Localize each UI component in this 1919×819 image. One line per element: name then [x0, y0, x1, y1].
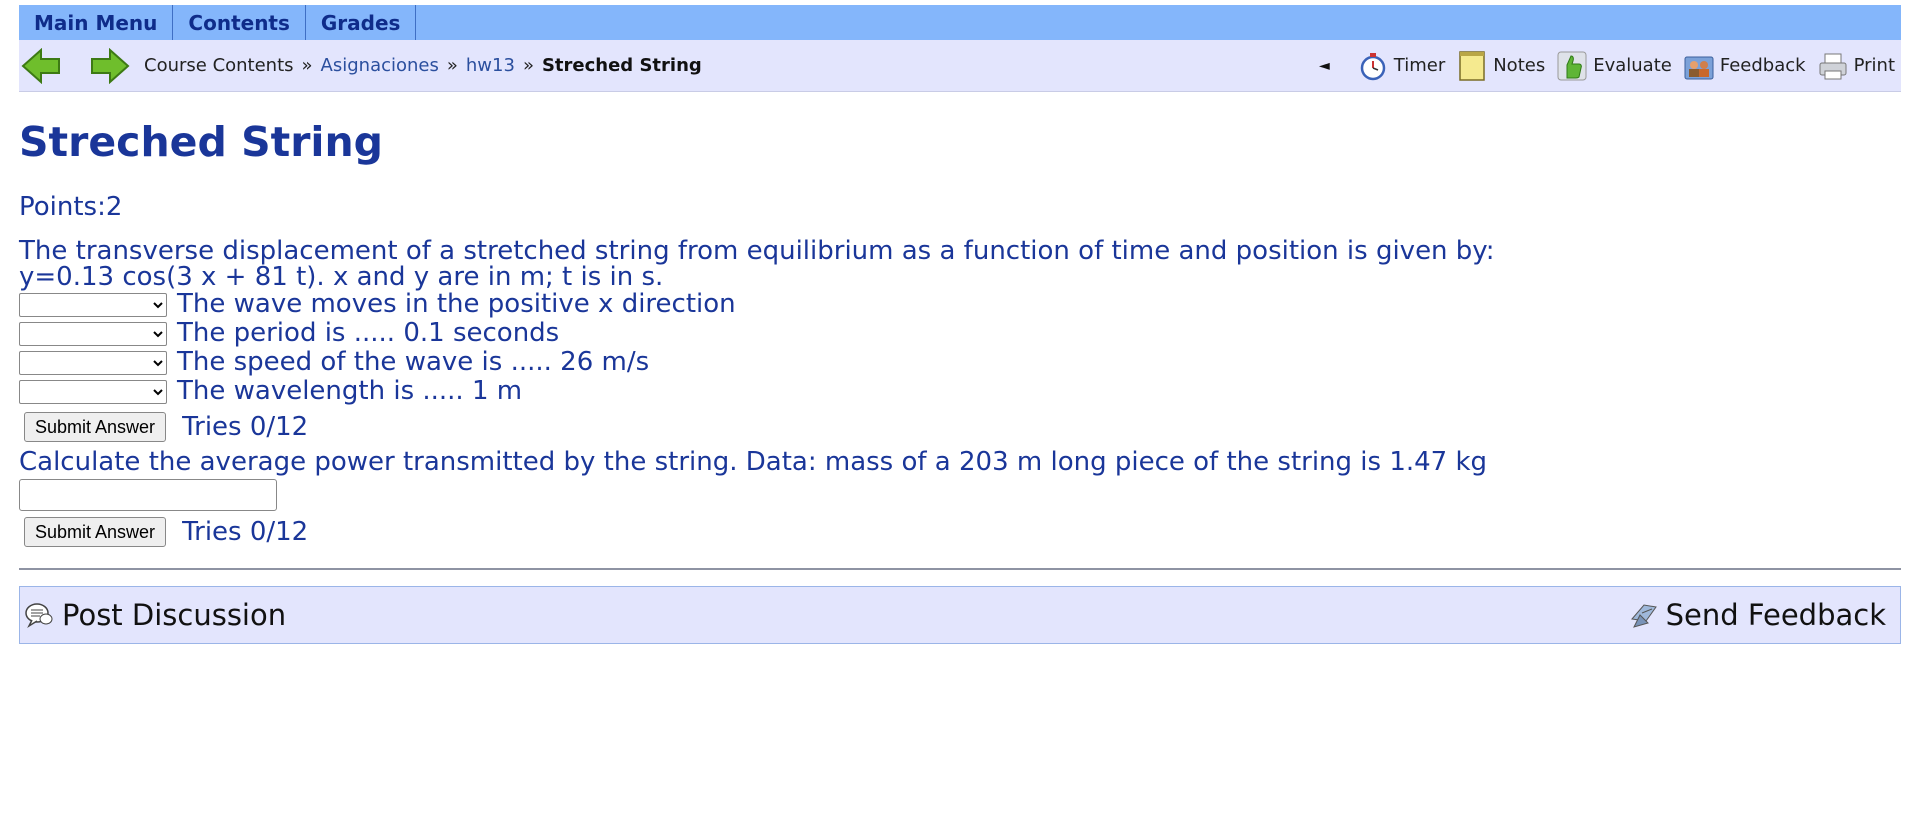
submit-answer-button[interactable]: Submit Answer	[24, 517, 167, 547]
tries-counter: Tries 0/12	[182, 411, 309, 442]
statement-text: The speed of the wave is ..... 26 m/s	[177, 347, 650, 377]
statement-select[interactable]	[19, 350, 167, 375]
statement-row: The wavelength is ..... 1 m	[19, 377, 1899, 406]
feedback-label: Feedback	[1719, 55, 1806, 76]
breadcrumb-current: Streched String	[541, 55, 702, 76]
thumbs-up-icon	[1557, 51, 1587, 81]
send-feedback-icon	[1630, 604, 1657, 628]
statement-text: The wave moves in the positive x directi…	[177, 289, 736, 319]
breadcrumb: Course Contents » Asignaciones » hw13 » …	[144, 40, 702, 91]
submit-answer-button[interactable]: Submit Answer	[24, 412, 167, 442]
collapse-toolbar-icon[interactable]: ◄	[1319, 58, 1330, 74]
problem-intro: The transverse displacement of a stretch…	[19, 236, 1495, 266]
breadcrumb-separator: »	[522, 55, 534, 76]
submit-row: Submit Answer Tries 0/12	[19, 408, 1899, 446]
printer-icon	[1818, 51, 1848, 81]
statement-row: The period is ..... 0.1 seconds	[19, 319, 1899, 348]
footer-bar: Post Discussion Send Feedback	[19, 586, 1901, 644]
notepad-icon	[1457, 50, 1487, 81]
divider	[19, 568, 1901, 570]
discussion-bubble-icon	[25, 603, 53, 629]
post-discussion-label: Post Discussion	[62, 598, 287, 632]
navigation-bar: Course Contents » Asignaciones » hw13 » …	[19, 40, 1901, 92]
power-question: Calculate the average power transmitted …	[19, 447, 1488, 477]
contents-tab[interactable]: Contents	[173, 5, 306, 40]
statement-select[interactable]	[19, 292, 167, 317]
statement-text: The wavelength is ..... 1 m	[177, 376, 523, 406]
statement-row: The speed of the wave is ..... 26 m/s	[19, 348, 1899, 377]
statement-text: The period is ..... 0.1 seconds	[177, 318, 560, 348]
forward-arrow-icon[interactable]	[90, 47, 130, 85]
back-arrow-icon[interactable]	[21, 47, 61, 85]
grades-tab[interactable]: Grades	[306, 5, 417, 40]
breadcrumb-course-contents[interactable]: Course Contents	[144, 55, 294, 76]
post-discussion-button[interactable]: Post Discussion	[24, 587, 286, 643]
stopwatch-icon	[1358, 51, 1388, 81]
evaluate-button[interactable]: Evaluate	[1557, 51, 1672, 81]
toolbar: ◄ Timer Notes Evaluate Feedback Print	[1319, 40, 1895, 91]
breadcrumb-hw13[interactable]: hw13	[466, 55, 515, 76]
feedback-button[interactable]: Feedback	[1684, 51, 1806, 81]
problem-content: Points:2 The transverse displacement of …	[19, 193, 1899, 551]
evaluate-label: Evaluate	[1593, 55, 1672, 76]
points-label: Points:2	[19, 192, 123, 222]
submit-row: Submit Answer Tries 0/12	[19, 513, 1899, 551]
statement-select[interactable]	[19, 321, 167, 346]
breadcrumb-separator: »	[446, 55, 458, 76]
power-answer-input[interactable]	[19, 479, 277, 511]
timer-button[interactable]: Timer	[1358, 51, 1445, 81]
main-menu-tab[interactable]: Main Menu	[19, 5, 174, 40]
timer-label: Timer	[1393, 55, 1446, 76]
problem-equation: y=0.13 cos(3 x + 81 t). x and y are in m…	[19, 262, 664, 292]
print-button[interactable]: Print	[1818, 51, 1895, 81]
statement-select[interactable]	[19, 379, 167, 404]
top-menu-bar: Main Menu Contents Grades	[19, 5, 1901, 40]
send-feedback-label: Send Feedback	[1665, 598, 1886, 632]
notes-label: Notes	[1493, 55, 1546, 76]
tries-counter: Tries 0/12	[182, 516, 309, 547]
print-label: Print	[1853, 55, 1895, 76]
send-feedback-button[interactable]: Send Feedback	[1628, 587, 1886, 643]
notes-button[interactable]: Notes	[1457, 50, 1546, 81]
statement-row: The wave moves in the positive x directi…	[19, 290, 1899, 319]
page-title: Streched String	[19, 118, 384, 166]
breadcrumb-asignaciones[interactable]: Asignaciones	[321, 55, 439, 76]
breadcrumb-separator: »	[301, 55, 313, 76]
feedback-people-icon	[1684, 51, 1714, 81]
